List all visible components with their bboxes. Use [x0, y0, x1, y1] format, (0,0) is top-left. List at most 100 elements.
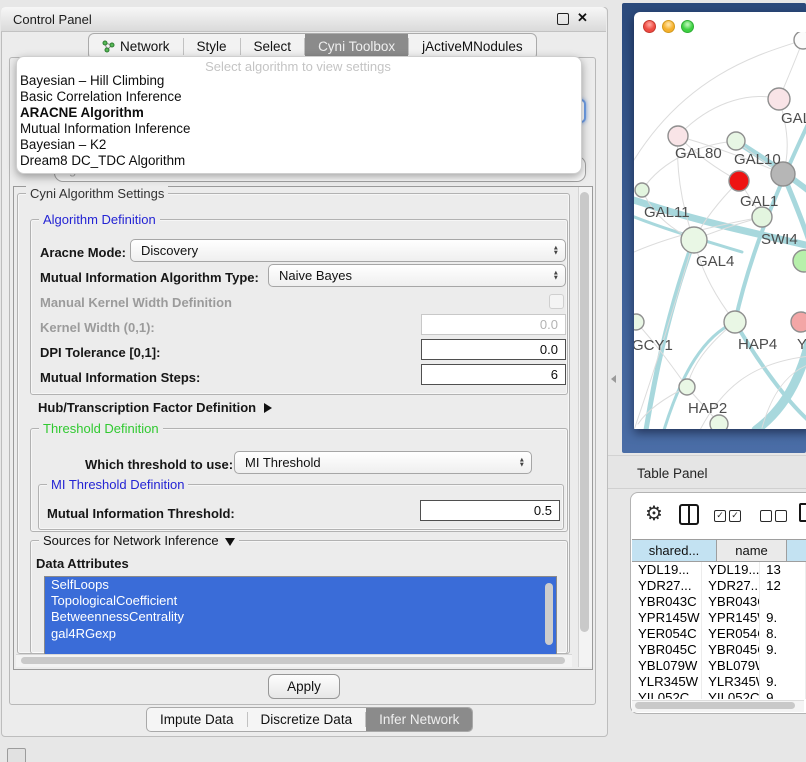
network-node-hap4[interactable]	[724, 311, 746, 333]
apply-button[interactable]: Apply	[268, 674, 340, 699]
table-row[interactable]: YDL19...YDL19...13	[632, 562, 806, 578]
network-edge[interactable]	[638, 387, 687, 424]
sources-collapser[interactable]: Sources for Network Inference	[39, 533, 239, 548]
table-row[interactable]: YDR27...YDR27...12	[632, 578, 806, 594]
algorithm-option-bayesian-hill-climbing[interactable]: Bayesian – Hill Climbing	[20, 73, 576, 89]
settings-gear-icon[interactable]: ⚙	[645, 504, 663, 524]
network-node-y[interactable]	[791, 312, 806, 332]
mi-threshold-label: Mutual Information Threshold:	[47, 506, 235, 521]
network-node-gal10[interactable]	[727, 132, 745, 150]
collapsed-panel-icon[interactable]	[7, 748, 26, 762]
algorithm-option-aracne-algorithm[interactable]: ARACNE Algorithm	[20, 105, 576, 121]
hub-definition-label: Hub/Transcription Factor Definition	[38, 400, 256, 415]
table-cell: YDR27...	[632, 578, 702, 594]
network-node-gal[interactable]	[768, 88, 790, 110]
tab-label: Infer Network	[379, 712, 459, 727]
tab-infer-network[interactable]: Infer Network	[366, 708, 472, 731]
column-header-a[interactable]: A	[787, 539, 806, 562]
network-edge[interactable]	[646, 240, 694, 429]
unchecked-box-icon	[775, 510, 787, 522]
split-columns-icon[interactable]	[679, 504, 699, 525]
aracne-mode-combo[interactable]: Discovery ▲▼	[130, 239, 566, 262]
table-row[interactable]: YBR045CYBR045C9.	[632, 642, 806, 658]
network-node-hap2[interactable]	[679, 379, 695, 395]
network-edge[interactable]	[678, 96, 779, 136]
table-row[interactable]: YBR043CYBR043C	[632, 594, 806, 610]
algorithm-option-dream8-dc-tdc-algorithm[interactable]: Dream8 DC_TDC Algorithm	[20, 153, 576, 169]
node-label: GAL	[781, 110, 806, 127]
network-node[interactable]	[729, 171, 749, 191]
unchecked-box-icon	[760, 510, 772, 522]
network-node-gal11[interactable]	[635, 183, 649, 197]
table-cell: 12	[760, 578, 806, 594]
table-row[interactable]: YPR145WYPR145W9.	[632, 610, 806, 626]
network-canvas[interactable]: GALGAL80GAL10GAL1GAL11GAL4SWI4GCY1HAP4YH…	[634, 32, 806, 429]
dpi-tolerance-field[interactable]: 0.0	[421, 339, 566, 360]
table-row[interactable]: YER054CYER054C8.	[632, 626, 806, 642]
attribute-item-selfloops[interactable]: SelfLoops	[45, 577, 556, 593]
table-row[interactable]: YIL052CYIL052C9	[632, 690, 806, 699]
table-cell: YBL079W	[702, 658, 760, 674]
table-cell: YBR045C	[702, 642, 760, 658]
kernel-width-field[interactable]: 0.0	[421, 314, 566, 335]
network-node-gal80[interactable]	[668, 126, 688, 146]
hub-definition-expander[interactable]: Hub/Transcription Factor Definition	[38, 400, 272, 415]
network-edge[interactable]	[687, 322, 735, 387]
network-node[interactable]	[794, 32, 806, 49]
node-label: GAL11	[644, 204, 690, 221]
mi-threshold-field[interactable]: 0.5	[420, 500, 560, 521]
column-header-name[interactable]: name	[717, 539, 787, 562]
tab-label: Cyni Toolbox	[318, 39, 395, 54]
panel-title: Control Panel	[13, 12, 92, 27]
tab-label: Network	[120, 39, 170, 54]
algorithm-option-basic-correlation-inference[interactable]: Basic Correlation Inference	[20, 89, 576, 105]
network-node[interactable]	[710, 415, 728, 429]
network-node-gal1[interactable]	[752, 207, 772, 227]
attribute-item-gal4rgexp[interactable]: gal4RGexp	[45, 626, 556, 642]
document-icon[interactable]	[799, 503, 806, 522]
table-cell: YER054C	[702, 626, 760, 642]
which-threshold-combo[interactable]: MI Threshold ▲▼	[234, 451, 532, 474]
aracne-mode-value: Discovery	[141, 243, 198, 258]
node-label: GCY1	[634, 337, 673, 354]
tab-discretize-data[interactable]: Discretize Data	[248, 708, 366, 731]
deselect-all-columns-icon[interactable]	[760, 510, 787, 522]
screen: Control Panel ✕ NetworkStyleSelectCyni T…	[0, 0, 806, 762]
tab-impute-data[interactable]: Impute Data	[147, 708, 247, 731]
spinner-arrows-icon: ▲▼	[553, 245, 559, 256]
close-icon[interactable]: ✕	[577, 10, 588, 26]
manual-kernel-checkbox[interactable]	[549, 294, 564, 309]
table-header-row: shared...nameA	[632, 539, 806, 562]
algorithm-option-bayesian-k2[interactable]: Bayesian – K2	[20, 137, 576, 153]
data-attributes-list: SelfLoopsTopologicalCoefficientBetweenne…	[44, 576, 557, 657]
node-label: HAP4	[738, 336, 777, 353]
horizontal-scrollbar-thumb[interactable]	[21, 657, 565, 664]
mi-steps-field[interactable]: 6	[421, 364, 566, 385]
network-node-gal4[interactable]	[681, 227, 707, 253]
vertical-scrollbar-thumb[interactable]	[580, 192, 589, 632]
float-window-icon[interactable]	[557, 13, 569, 25]
select-all-columns-icon[interactable]: ✓ ✓	[714, 510, 741, 522]
attribute-item-topologicalcoefficient[interactable]: TopologicalCoefficient	[45, 593, 556, 609]
table-cell: 9.	[760, 674, 806, 690]
table-cell: YIL052C	[702, 690, 760, 699]
table-cell: 13	[760, 562, 806, 578]
network-node-gcy1[interactable]	[634, 314, 644, 330]
group-title: Algorithm Definition	[39, 212, 160, 227]
attribute-item-betweennesscentrality[interactable]: BetweennessCentrality	[45, 609, 556, 625]
kernel-width-label: Kernel Width (0,1):	[40, 320, 155, 335]
splitter-arrow-icon[interactable]	[611, 375, 616, 383]
mi-type-combo[interactable]: Naive Bayes ▲▼	[268, 264, 566, 287]
algorithm-option-mutual-information-inference[interactable]: Mutual Information Inference	[20, 121, 576, 137]
column-header-shared[interactable]: shared...	[632, 539, 717, 562]
list-scrollbar-thumb[interactable]	[545, 583, 553, 645]
which-threshold-label: Which threshold to use:	[85, 457, 233, 472]
table-hscrollbar-thumb[interactable]	[635, 702, 795, 709]
network-node-swi4[interactable]	[793, 250, 806, 272]
table-cell: YPR145W	[632, 610, 702, 626]
table-body: YDL19...YDL19...13YDR27...YDR27...12YBR0…	[632, 562, 806, 699]
table-row[interactable]: YBL079WYBL079W	[632, 658, 806, 674]
table-row[interactable]: YLR345WYLR345W9.	[632, 674, 806, 690]
network-edge[interactable]	[756, 342, 806, 429]
dpi-tolerance-label: DPI Tolerance [0,1]:	[40, 345, 160, 360]
